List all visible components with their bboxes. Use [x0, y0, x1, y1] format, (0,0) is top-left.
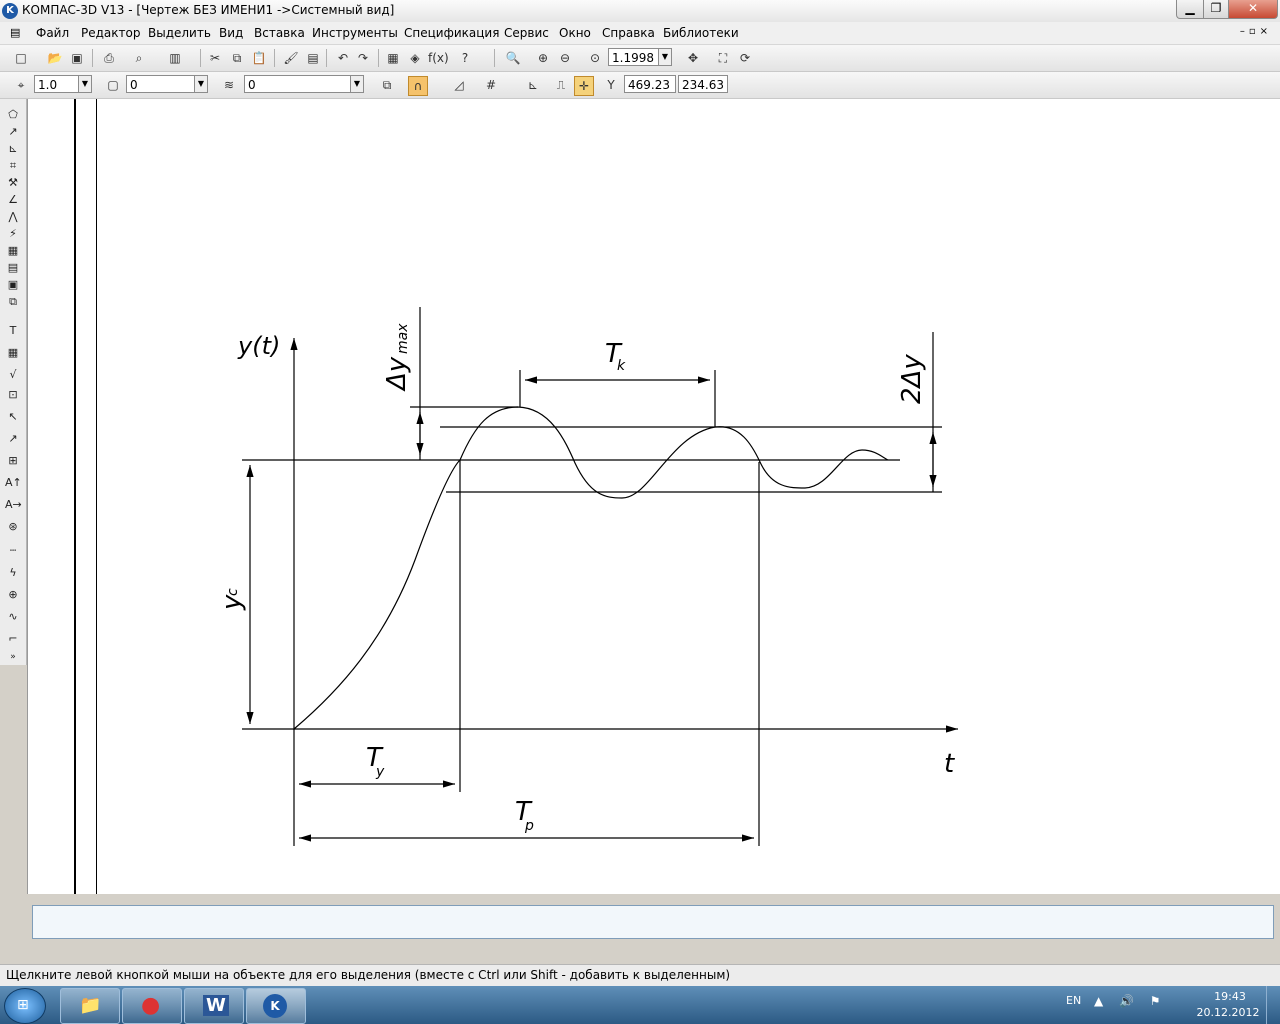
response-curve: [293, 406, 889, 730]
taskbar-kompas[interactable]: K: [246, 988, 306, 1024]
taskbar-word[interactable]: W: [184, 988, 244, 1024]
tp-label-subscript: p: [524, 818, 534, 834]
ty-label-subscript: y: [375, 764, 385, 780]
delta-ymax-label: Δy: [382, 356, 412, 392]
chrome-icon: ●: [141, 993, 161, 1018]
properties-panel-field[interactable]: [32, 905, 1274, 939]
clock-date[interactable]: 20.12.2012: [1196, 1006, 1260, 1019]
taskbar-explorer[interactable]: 📁: [60, 988, 120, 1024]
clock-time[interactable]: 19:43: [1200, 990, 1260, 1003]
y-axis-label: y(t): [237, 332, 280, 360]
show-desktop-button[interactable]: [1266, 986, 1280, 1024]
word-icon: W: [203, 995, 229, 1016]
yc-label-subscript: c: [225, 588, 241, 596]
kompas-icon: K: [263, 994, 287, 1018]
language-indicator[interactable]: EN: [1066, 994, 1081, 1007]
transient-response-drawing: y(t) t T k T y T p y c Δy max 2Δy: [217, 307, 958, 846]
folder-icon: 📁: [79, 995, 102, 1016]
two-delta-y-label: 2Δy: [897, 354, 927, 404]
tray-icons[interactable]: ▲ 🔊 ⚑: [1094, 994, 1167, 1008]
canvas-bottom-edge: [27, 894, 1280, 902]
status-hint: Щелкните левой кнопкой мыши на объекте д…: [6, 968, 731, 982]
taskbar-chrome[interactable]: ●: [122, 988, 182, 1024]
windows-logo-icon: ⊞: [17, 997, 29, 1013]
tk-label-subscript: k: [617, 358, 626, 374]
x-axis-label: t: [944, 749, 955, 779]
start-button[interactable]: ⊞: [4, 988, 46, 1024]
delta-ymax-subscript: max: [395, 323, 411, 354]
